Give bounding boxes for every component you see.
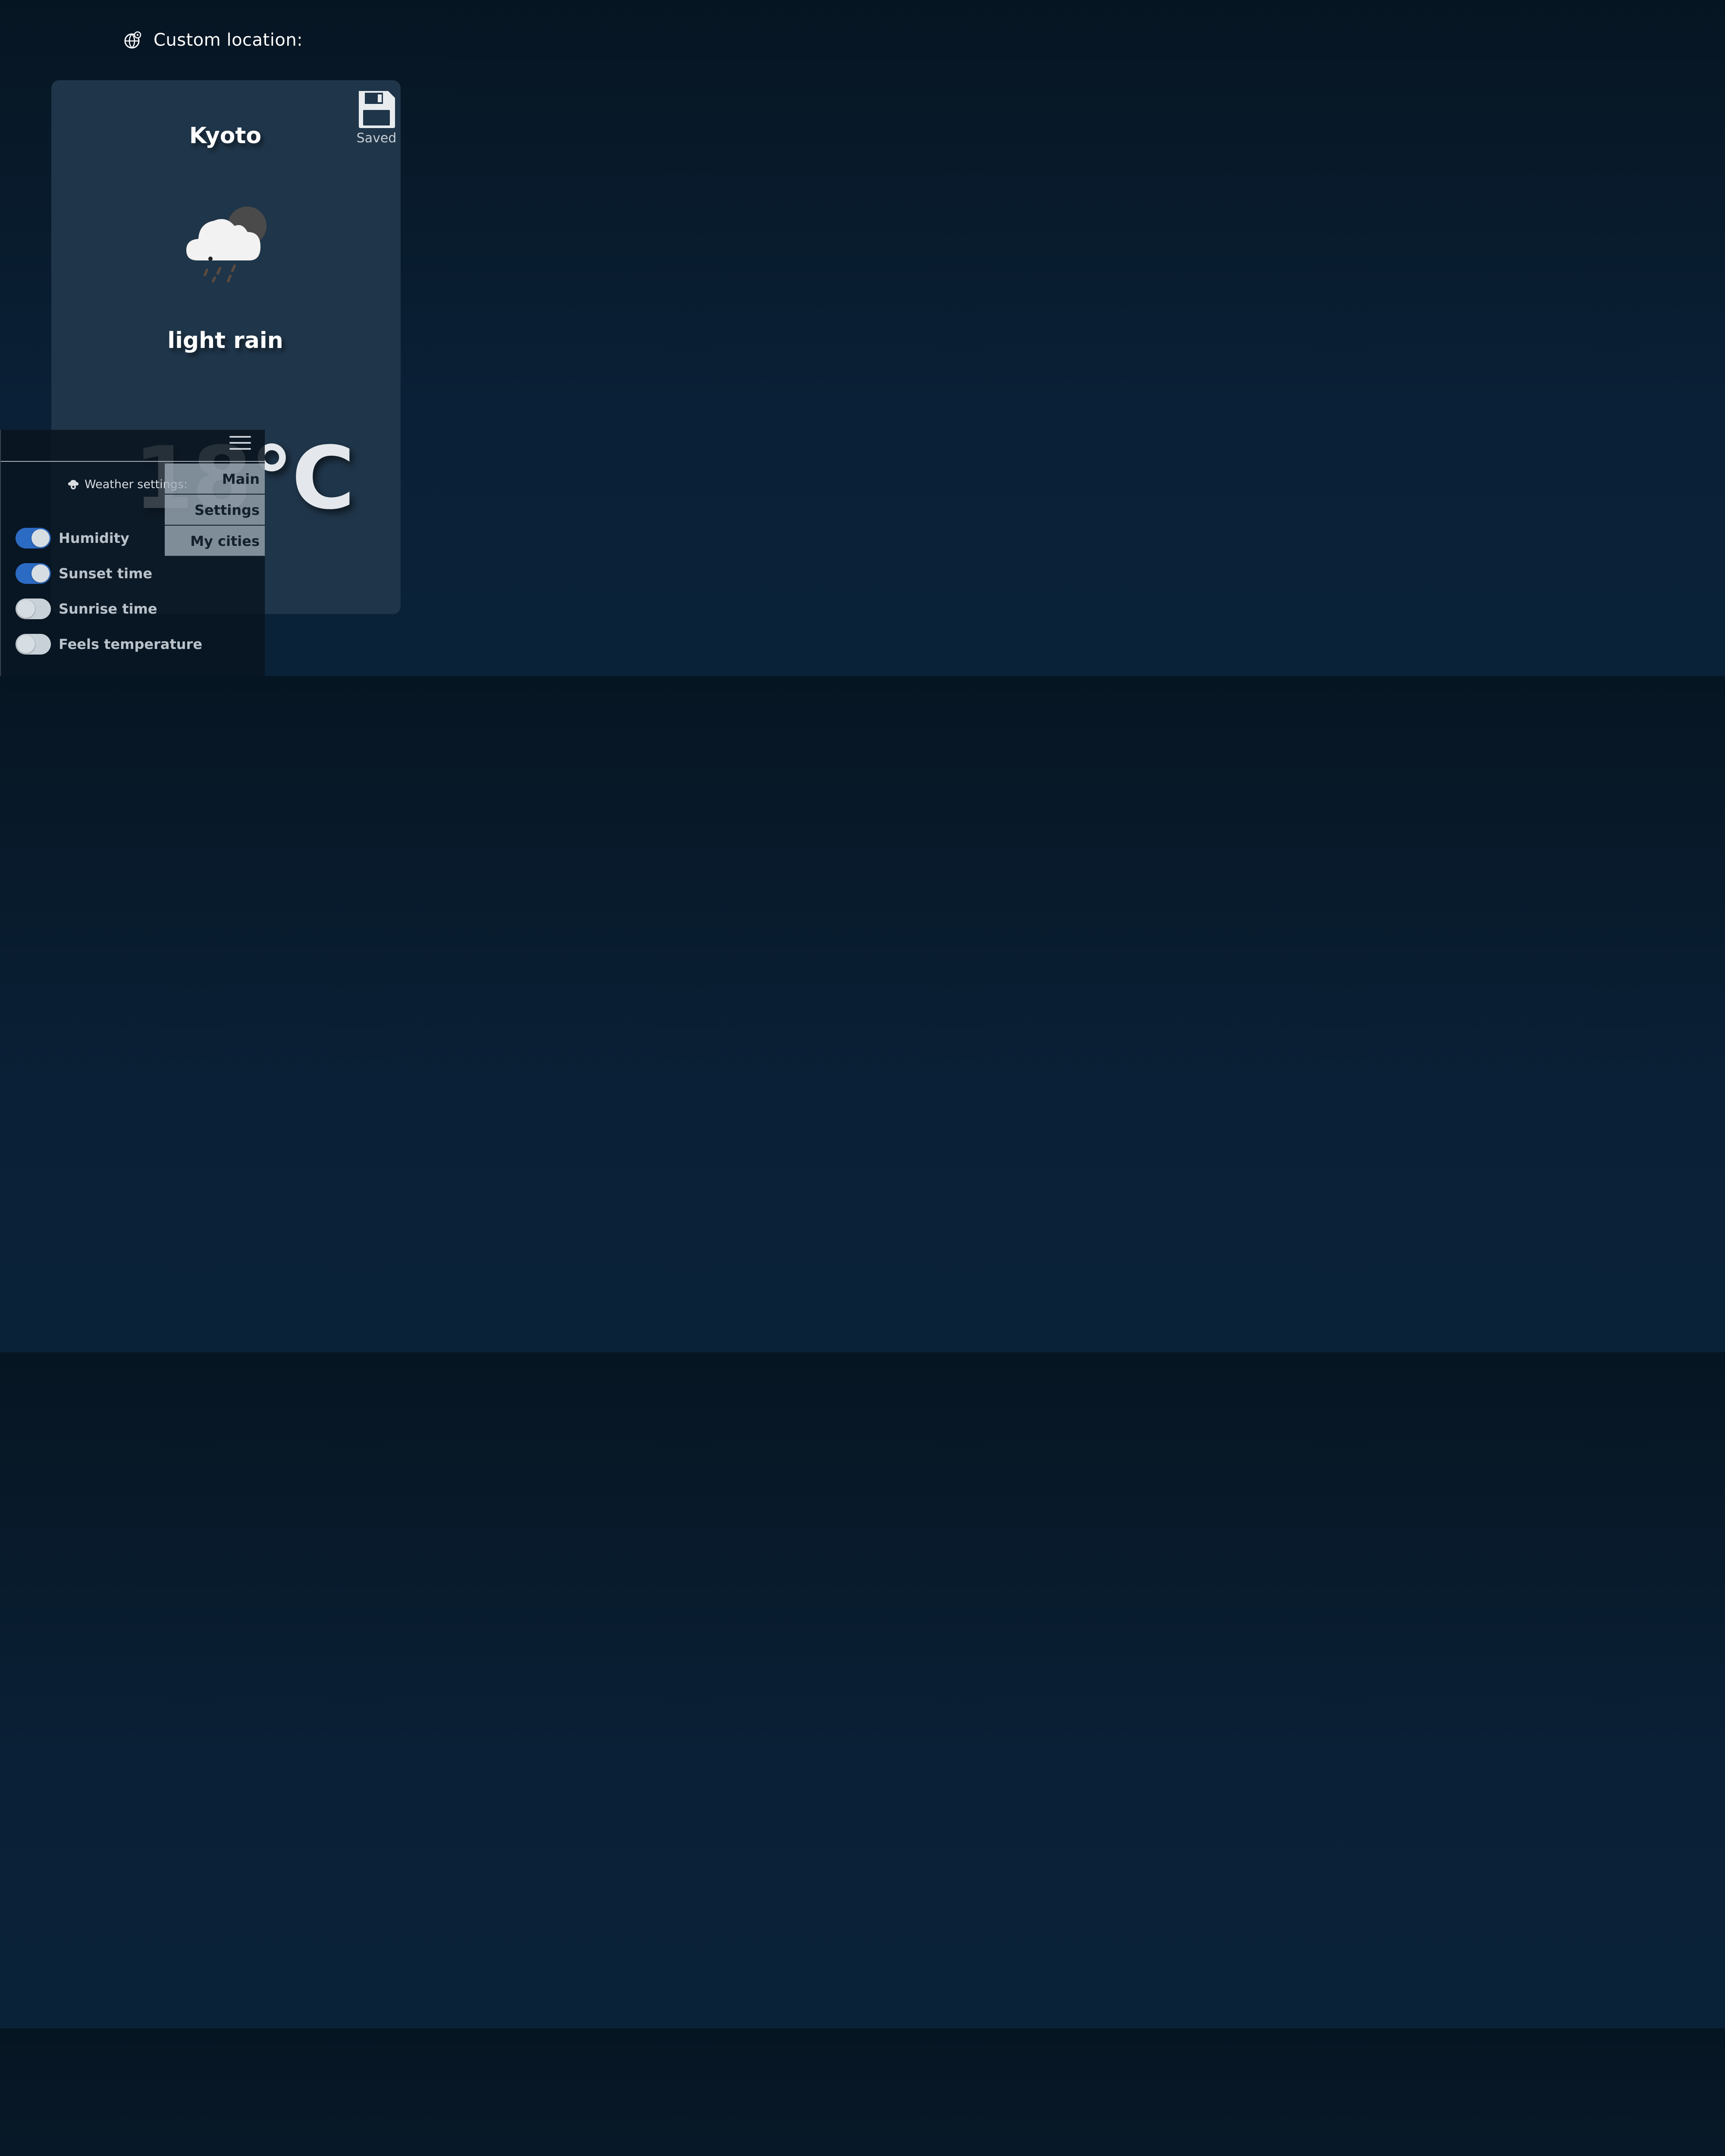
toggle-row-sunset: Sunset time [16, 556, 202, 591]
globe-pin-icon [124, 31, 141, 49]
toggle-row-sunrise: Sunrise time [16, 591, 202, 627]
side-panel: Weather settings: Main Settings My citie… [0, 430, 265, 676]
toggle-label: Humidity [59, 530, 129, 546]
toggle-label: Feels temperature [59, 636, 203, 652]
menu-item-main[interactable]: Main [165, 464, 265, 495]
location-header: Custom location: [123, 30, 303, 50]
feels-temperature-toggle[interactable] [16, 634, 51, 655]
cloud-rain-night-icon [186, 207, 267, 282]
cloud-gear-icon [68, 479, 78, 489]
toggle-row-humidity: Humidity [16, 520, 202, 556]
floppy-disk-icon [359, 91, 395, 128]
toggle-label: Sunrise time [59, 601, 157, 617]
settings-toggles: Humidity Sunset time Sunrise time Feels … [16, 520, 202, 662]
toggle-label: Sunset time [59, 565, 153, 582]
save-button[interactable]: Saved [356, 89, 397, 146]
location-title: Custom location: [154, 30, 303, 50]
save-label: Saved [356, 131, 397, 146]
weather-app: Custom location: Kyoto Saved light rain … [0, 0, 451, 676]
humidity-toggle[interactable] [16, 528, 51, 548]
weather-description: light rain [167, 328, 283, 354]
sunset-toggle[interactable] [16, 563, 51, 584]
toggle-row-feels: Feels temperature [16, 627, 202, 662]
panel-header [1, 430, 265, 462]
hamburger-icon[interactable] [229, 436, 251, 454]
sunrise-toggle[interactable] [16, 599, 51, 619]
